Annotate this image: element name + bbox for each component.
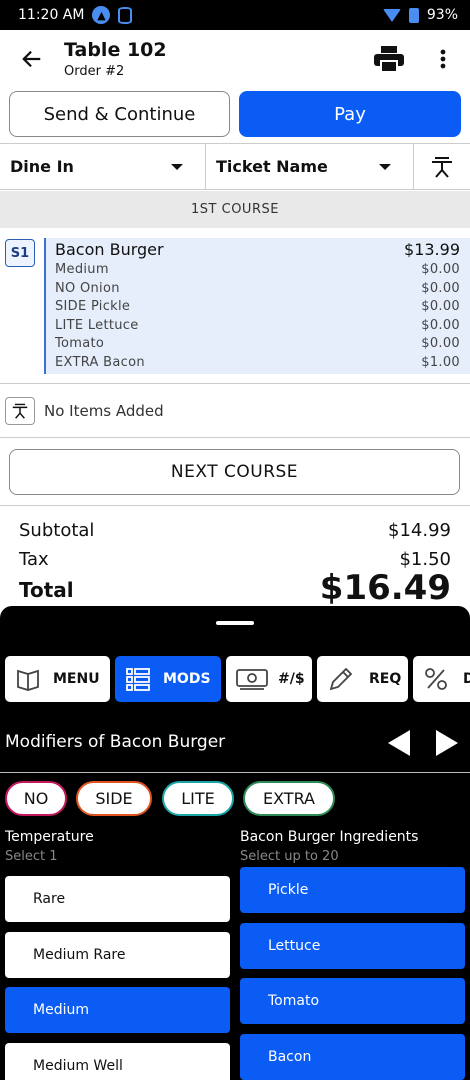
modifiers-sheet: MENU MODS #/$ REQ D Modifiers of Bacon B…: [0, 606, 470, 1080]
dine-type-dropdown[interactable]: Dine In: [0, 144, 206, 189]
modifier-line: EXTRA Bacon $1.00: [55, 354, 460, 370]
send-continue-button[interactable]: Send & Continue: [9, 91, 230, 137]
table-icon: [432, 156, 452, 178]
subtotal-label: Subtotal: [19, 520, 95, 541]
ingredient-option[interactable]: Bacon: [240, 1034, 465, 1080]
temperature-option[interactable]: Medium Well: [5, 1043, 230, 1080]
battery-level: 93%: [426, 7, 458, 23]
modifier-line: Tomato $0.00: [55, 336, 460, 352]
subtotal-value: $14.99: [388, 520, 451, 541]
modifier-line: SIDE Pickle $0.00: [55, 299, 460, 315]
arrow-left-icon: [22, 50, 41, 68]
divider: [0, 772, 470, 773]
sheet-tabs: MENU MODS #/$ REQ D: [0, 656, 470, 702]
modifier-chip-no[interactable]: NO: [5, 781, 67, 816]
temperature-option[interactable]: Medium Rare: [5, 932, 230, 978]
cash-icon: [236, 667, 268, 691]
book-icon: [15, 666, 41, 692]
tab-discount[interactable]: D: [413, 656, 470, 702]
printer-icon: [374, 46, 404, 72]
ticket-name-dropdown[interactable]: Ticket Name: [206, 144, 414, 189]
modifier-chip-side[interactable]: SIDE: [76, 781, 152, 816]
tax-label: Tax: [19, 549, 49, 570]
no-items-label: No Items Added: [44, 401, 164, 420]
order-totals: Subtotal $14.99 Tax $1.50 Total $16.49: [19, 520, 451, 608]
temperature-option-selected[interactable]: Medium: [5, 987, 230, 1033]
course-header: 1ST COURSE: [0, 191, 470, 228]
total-label: Total: [19, 578, 74, 602]
more-vertical-icon: [440, 49, 446, 69]
modifiers-title: Modifiers of Bacon Burger: [5, 732, 226, 752]
more-menu-button[interactable]: [416, 30, 470, 88]
item-price: $13.99: [404, 240, 460, 259]
order-options-row: Dine In Ticket Name: [0, 143, 470, 190]
ingredient-option[interactable]: Lettuce: [240, 923, 465, 969]
pay-button[interactable]: Pay: [239, 91, 461, 137]
back-button[interactable]: [0, 30, 64, 88]
list-icon: [125, 666, 151, 692]
print-button[interactable]: [362, 30, 416, 88]
modifier-line: NO Onion $0.00: [55, 280, 460, 296]
ingredient-option[interactable]: Tomato: [240, 978, 465, 1024]
battery-icon: [408, 7, 419, 23]
temperature-title: Temperature: [5, 829, 94, 845]
next-item-button[interactable]: [436, 730, 458, 756]
dine-type-value: Dine In: [10, 157, 74, 176]
caret-down-icon: [171, 163, 183, 170]
total-value: $16.49: [319, 568, 451, 608]
pencil-icon: [327, 665, 355, 693]
seat-badge[interactable]: S1: [5, 239, 35, 267]
empty-seat-row[interactable]: No Items Added: [0, 384, 470, 438]
wifi-icon: [382, 8, 401, 22]
compass-icon: ▲: [92, 6, 111, 24]
item-name: Bacon Burger: [55, 240, 164, 259]
tab-amount[interactable]: #/$: [226, 656, 312, 702]
app-header: Table 102 Order #2: [0, 30, 470, 88]
database-icon: [118, 6, 133, 24]
ingredient-option[interactable]: Pickle: [240, 867, 465, 913]
ingredients-subtitle: Select up to 20: [240, 849, 339, 864]
ingredients-title: Bacon Burger Ingredients: [240, 829, 419, 845]
tab-label: D: [463, 671, 470, 687]
tab-label: REQ: [369, 671, 402, 687]
table-button[interactable]: [414, 144, 470, 189]
divider: [0, 505, 470, 506]
tab-mods[interactable]: MODS: [115, 656, 221, 702]
percent-icon: [423, 666, 449, 692]
temperature-option[interactable]: Rare: [5, 876, 230, 922]
table-icon: [5, 396, 35, 425]
modifier-line: LITE Lettuce $0.00: [55, 317, 460, 333]
modifier-chip-lite[interactable]: LITE: [162, 781, 234, 816]
tab-menu[interactable]: MENU: [5, 656, 110, 702]
order-item[interactable]: Bacon Burger $13.99 Medium $0.00 NO Onion…: [44, 238, 470, 374]
status-bar: 11:20 AM ▲ 93%: [0, 0, 470, 30]
tab-label: MENU: [53, 671, 100, 687]
tab-label: MODS: [163, 671, 211, 687]
ticket-name-value: Ticket Name: [216, 157, 328, 176]
tab-request[interactable]: REQ: [317, 656, 408, 702]
sheet-drag-handle[interactable]: [216, 621, 254, 625]
caret-down-icon: [379, 163, 391, 170]
temperature-subtitle: Select 1: [5, 849, 58, 864]
modifier-line: Medium $0.00: [55, 262, 460, 277]
previous-item-button[interactable]: [388, 730, 410, 756]
modifier-chip-extra[interactable]: EXTRA: [243, 781, 335, 816]
page-title: Table 102: [64, 39, 167, 61]
next-course-button[interactable]: NEXT COURSE: [9, 449, 460, 495]
tab-label: #/$: [278, 671, 305, 687]
order-number: Order #2: [64, 64, 125, 79]
status-time: 11:20 AM: [18, 7, 85, 23]
